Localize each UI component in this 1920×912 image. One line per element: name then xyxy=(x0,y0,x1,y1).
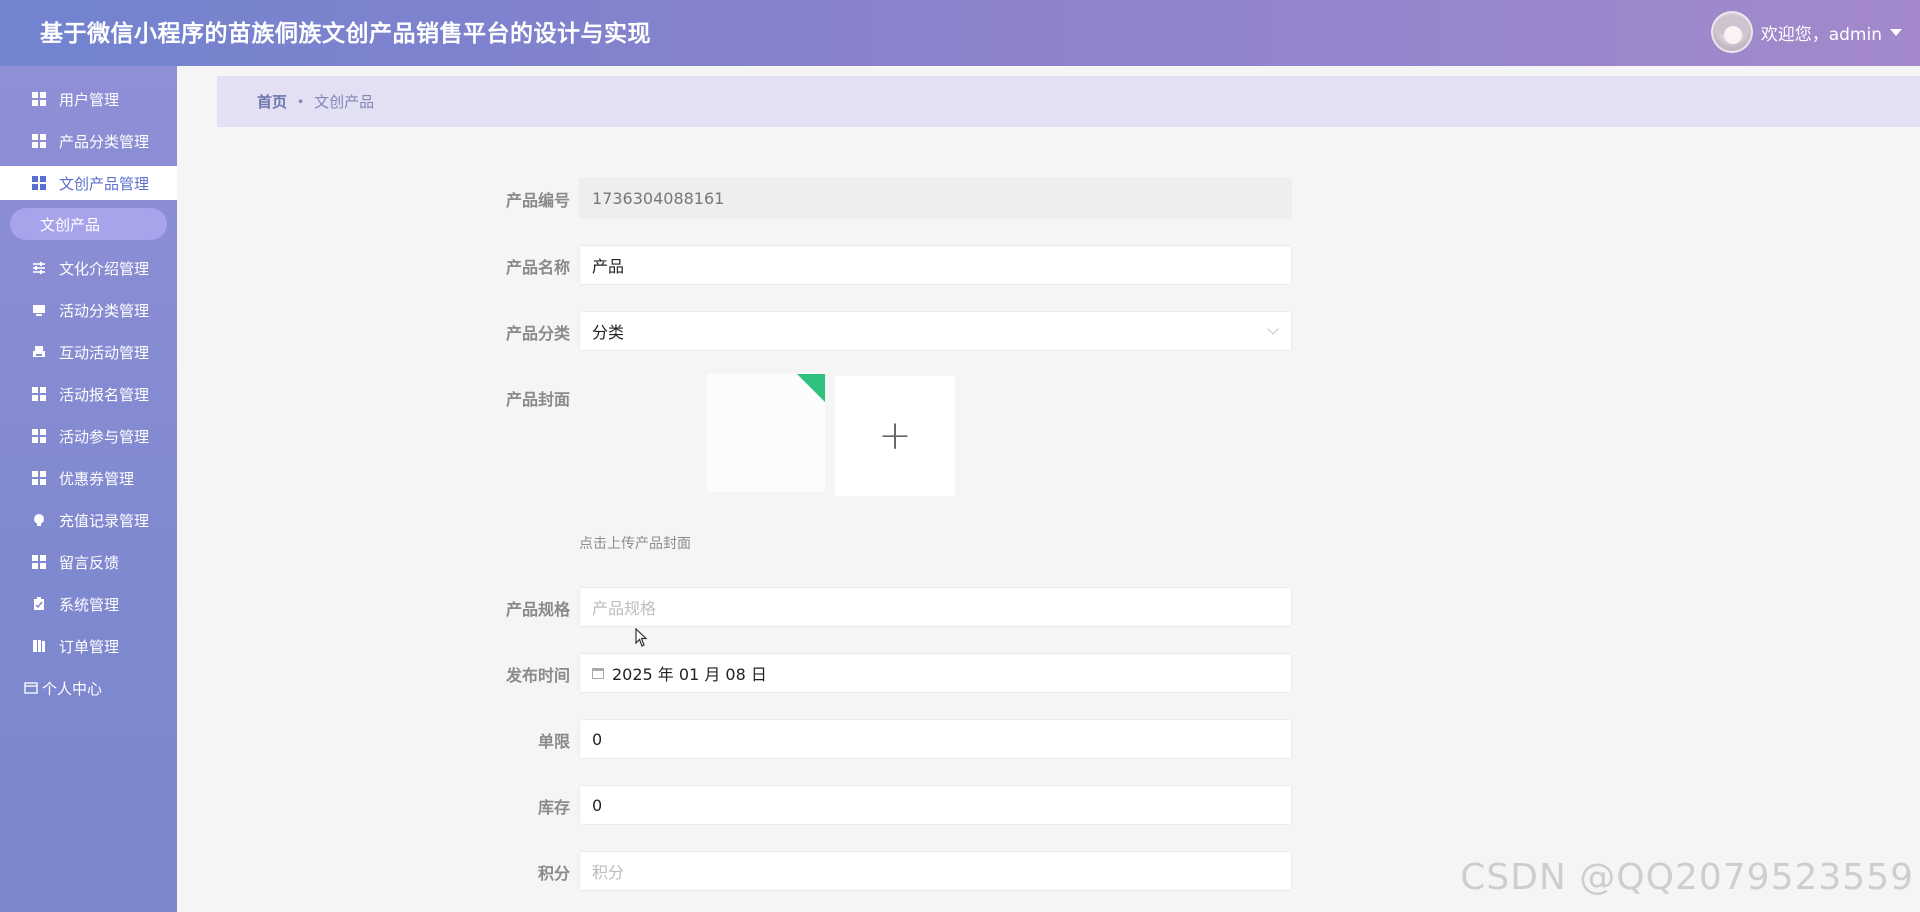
product-code-value: 1736304088161 xyxy=(592,188,725,208)
stock-input[interactable]: 0 xyxy=(579,785,1292,825)
caret-down-icon[interactable] xyxy=(1890,28,1902,36)
breadcrumb-current: 文创产品 xyxy=(314,93,375,111)
watermark: CSDN @QQ2079523559 xyxy=(1460,857,1914,898)
product-cover-label: 产品封面 xyxy=(505,390,570,409)
product-name-label: 产品名称 xyxy=(505,258,570,277)
stock-label: 库存 xyxy=(537,798,570,817)
breadcrumb-separator: • xyxy=(297,94,305,109)
sidebar-item-product[interactable]: 文创产品管理 xyxy=(0,166,177,200)
sidebar-item-label: 活动报名管理 xyxy=(59,385,150,404)
sidebar-item-label: 用户管理 xyxy=(59,90,120,109)
sidebar-item-label: 充值记录管理 xyxy=(59,511,150,530)
points-label: 积分 xyxy=(537,864,570,883)
sidebar-item-label: 互动活动管理 xyxy=(59,343,150,362)
cover-thumbnail[interactable] xyxy=(707,374,825,492)
points-placeholder: 积分 xyxy=(592,863,625,882)
points-input[interactable]: 积分 xyxy=(579,851,1292,891)
publish-time-picker[interactable]: 2025 年 01 月 08 日 xyxy=(579,653,1292,693)
grid-icon xyxy=(32,555,46,569)
product-code-label: 产品编号 xyxy=(505,191,570,210)
sidebar-item-recharge[interactable]: 充值记录管理 xyxy=(0,503,177,537)
sidebar-item-order[interactable]: 订单管理 xyxy=(0,629,177,663)
sidebar-item-culture[interactable]: 文化介绍管理 xyxy=(0,251,177,285)
limit-label: 单限 xyxy=(537,732,570,751)
product-name-field[interactable]: 产品 xyxy=(579,245,1292,285)
sidebar-item-system[interactable]: 系统管理 xyxy=(0,587,177,621)
stock-value: 0 xyxy=(592,795,603,815)
sidebar-item-label: 优惠券管理 xyxy=(59,469,135,488)
sidebar-item-coupon[interactable]: 优惠券管理 xyxy=(0,461,177,495)
book-icon xyxy=(33,640,45,652)
sidebar-item-user[interactable]: 用户管理 xyxy=(0,82,177,116)
product-spec-input[interactable]: 产品规格 xyxy=(579,587,1292,627)
grid-icon xyxy=(32,429,46,443)
avatar[interactable] xyxy=(1710,11,1753,53)
sidebar-item-label: 文创产品管理 xyxy=(59,174,150,193)
card-icon xyxy=(24,682,38,694)
grid-icon xyxy=(32,92,46,106)
sidebar-item-product-category[interactable]: 产品分类管理 xyxy=(0,124,177,158)
welcome-text[interactable]: 欢迎您，admin xyxy=(1761,20,1882,45)
breadcrumb-home[interactable]: 首页 xyxy=(257,91,287,112)
sidebar-item-signup[interactable]: 活动报名管理 xyxy=(0,377,177,411)
clipboard-icon xyxy=(34,597,44,610)
sidebar-item-label: 订单管理 xyxy=(59,637,120,656)
sidebar-item-label: 文化介绍管理 xyxy=(59,259,150,278)
product-category-select[interactable]: 分类 xyxy=(579,311,1292,351)
sidebar-item-label: 个人中心 xyxy=(42,679,103,698)
sidebar-item-label: 活动分类管理 xyxy=(59,301,150,320)
grid-icon xyxy=(32,387,46,401)
calendar-icon xyxy=(592,667,604,679)
monitor-icon xyxy=(33,305,45,316)
product-name-value: 产品 xyxy=(592,257,625,276)
limit-value: 0 xyxy=(592,729,603,749)
upload-success-corner-icon xyxy=(797,374,825,402)
publish-time-label: 发布时间 xyxy=(505,666,570,685)
sidebar-item-activity-category[interactable]: 活动分类管理 xyxy=(0,293,177,327)
chevron-down-icon xyxy=(1267,323,1279,335)
grid-icon xyxy=(32,176,46,190)
top-header: 基于微信小程序的苗族侗族文创产品销售平台的设计与实现 欢迎您，admin xyxy=(0,0,1920,66)
user-menu[interactable]: 欢迎您，admin xyxy=(1710,10,1902,54)
printer-icon xyxy=(33,346,45,357)
product-category-label: 产品分类 xyxy=(505,324,570,343)
sidebar-item-participation[interactable]: 活动参与管理 xyxy=(0,419,177,453)
product-code-field: 1736304088161 xyxy=(579,178,1292,218)
sidebar-item-label: 活动参与管理 xyxy=(59,427,150,446)
sidebar-item-feedback[interactable]: 留言反馈 xyxy=(0,545,177,579)
sidebar-item-activity[interactable]: 互动活动管理 xyxy=(0,335,177,369)
product-spec-label: 产品规格 xyxy=(505,600,570,619)
sidebar-item-label: 产品分类管理 xyxy=(59,132,150,151)
breadcrumb: 首页 • 文创产品 xyxy=(217,76,1920,127)
sidebar-subitem-product[interactable]: 文创产品 xyxy=(10,208,167,240)
upload-cover-button[interactable]: + xyxy=(835,376,955,496)
sidebar: 用户管理 产品分类管理 文创产品管理 文创产品 文化介绍管理 活动分类管理 互动… xyxy=(0,66,177,912)
app-title: 基于微信小程序的苗族侗族文创产品销售平台的设计与实现 xyxy=(40,21,651,47)
publish-time-value: 2025 年 01 月 08 日 xyxy=(612,665,767,684)
limit-input[interactable]: 0 xyxy=(579,719,1292,759)
sidebar-item-label: 留言反馈 xyxy=(59,553,120,572)
product-category-value: 分类 xyxy=(592,323,625,342)
sidebar-item-label: 系统管理 xyxy=(59,595,120,614)
sliders-icon xyxy=(33,262,45,274)
sidebar-item-profile[interactable]: 个人中心 xyxy=(0,671,177,705)
plus-icon: + xyxy=(878,413,912,459)
bulb-icon xyxy=(34,514,44,526)
upload-tip: 点击上传产品封面 xyxy=(579,536,691,552)
product-spec-placeholder: 产品规格 xyxy=(592,599,657,618)
mouse-cursor-icon xyxy=(635,628,648,647)
grid-icon xyxy=(32,134,46,148)
grid-icon xyxy=(32,471,46,485)
